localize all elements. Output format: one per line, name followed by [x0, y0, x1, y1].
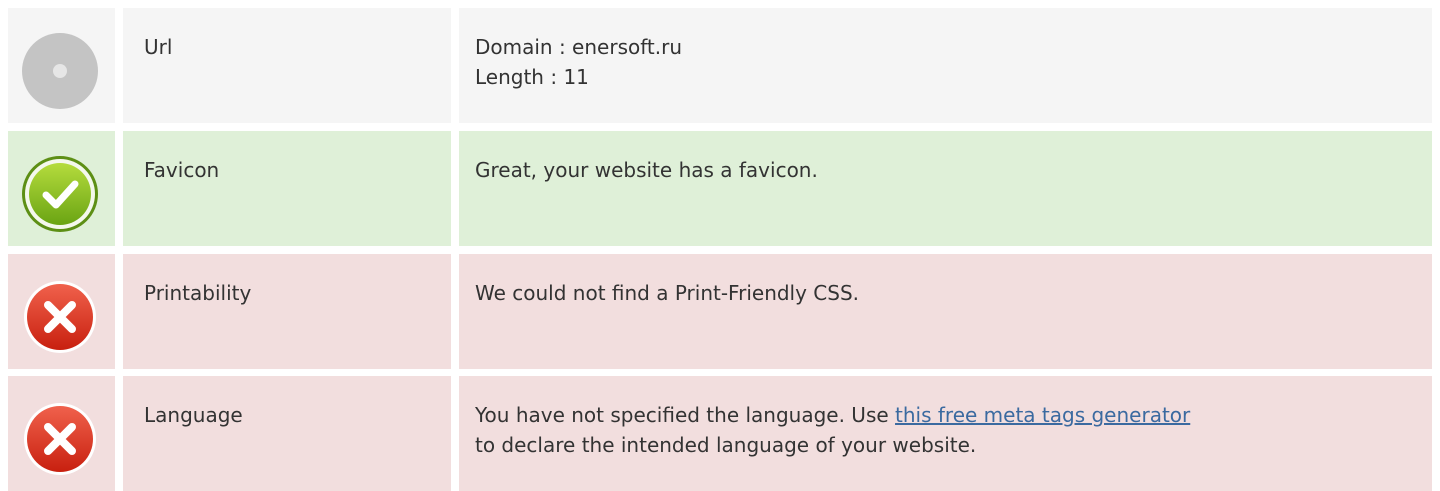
- printability-result-text: We could not find a Print-Friendly CSS.: [475, 281, 860, 305]
- check-label: Language: [123, 376, 451, 491]
- check-label: Printability: [123, 254, 451, 369]
- favicon-result-text: Great, your website has a favicon.: [475, 158, 818, 182]
- language-result-line-1: You have not specified the language. Use…: [475, 400, 1432, 430]
- status-cell: [8, 8, 115, 123]
- check-result: You have not specified the language. Use…: [459, 376, 1432, 491]
- neutral-circle-icon: [21, 32, 99, 110]
- check-label: Favicon: [123, 131, 451, 246]
- check-row-favicon: Favicon Great, your website has a favico…: [8, 131, 1432, 246]
- check-label: Url: [123, 8, 451, 123]
- check-circle-icon: [21, 155, 99, 233]
- domain-text: Domain : enersoft.ru: [475, 35, 683, 59]
- length-text: Length : 11: [475, 65, 589, 89]
- check-result: We could not find a Print-Friendly CSS.: [459, 254, 1432, 369]
- status-cell: [8, 131, 115, 246]
- error-x-icon: [21, 278, 99, 356]
- language-result-text: You have not specified the language. Use: [475, 403, 896, 427]
- check-row-url: Url Domain : enersoft.ru Length : 11: [8, 8, 1432, 123]
- status-cell: [8, 254, 115, 369]
- check-row-printability: Printability We could not find a Print-F…: [8, 254, 1432, 369]
- error-x-icon: [21, 400, 99, 478]
- language-result-line-2: to declare the intended language of your…: [475, 433, 977, 457]
- meta-tags-generator-link[interactable]: this free meta tags generator: [895, 403, 1190, 427]
- check-result: Domain : enersoft.ru Length : 11: [459, 8, 1432, 123]
- status-cell: [8, 376, 115, 491]
- check-row-language: Language You have not specified the lang…: [8, 376, 1432, 491]
- check-result: Great, your website has a favicon.: [459, 131, 1432, 246]
